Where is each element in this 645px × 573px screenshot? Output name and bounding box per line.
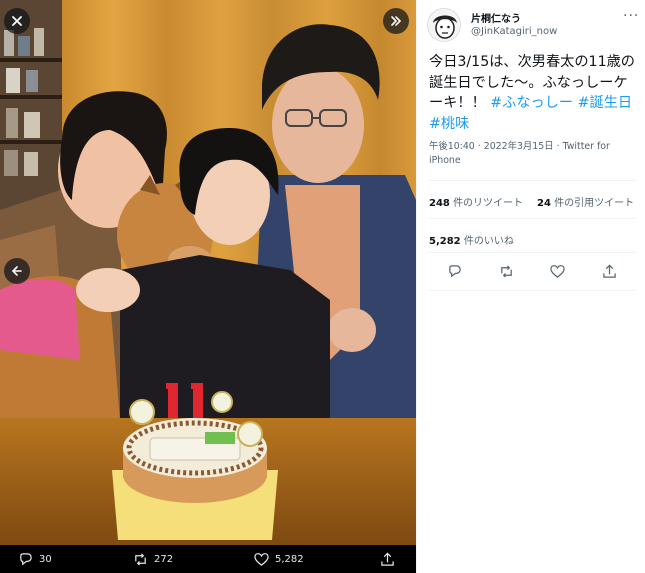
like-button[interactable]: [550, 264, 565, 279]
avatar-image: [428, 9, 460, 41]
tweet-media-viewer: 30 272 5,282 片桐仁なう @JinKatagiri_now ··· …: [0, 0, 645, 573]
tweet-meta: 午後10:40 · 2022年3月15日 · Twitter for iPhon…: [429, 141, 610, 166]
retweet-button[interactable]: [499, 264, 514, 279]
reply-count: 30: [39, 553, 52, 565]
heart-icon: [550, 264, 565, 278]
more-icon: ···: [623, 8, 640, 24]
likes-stat[interactable]: 5,282 件のいいね: [429, 232, 514, 247]
author-name[interactable]: 片桐仁なう: [471, 10, 521, 25]
close-button[interactable]: [4, 8, 30, 34]
expand-sidebar-button[interactable]: [383, 8, 409, 34]
retweet-button[interactable]: 272: [133, 552, 173, 567]
retweet-icon: [135, 552, 146, 566]
media-viewer: 30 272 5,282: [0, 0, 416, 573]
chevron-double-right-icon: [391, 16, 402, 26]
divider: [429, 180, 635, 181]
close-icon: [12, 16, 22, 26]
author-handle[interactable]: @JinKatagiri_now: [471, 26, 557, 37]
retweets-stat[interactable]: 248 件のリツイート: [429, 194, 523, 209]
share-button[interactable]: [380, 552, 395, 567]
reply-icon: [449, 264, 461, 277]
reply-button[interactable]: [447, 264, 462, 279]
divider: [429, 290, 635, 291]
retweets-stat-number: 248: [429, 198, 450, 209]
likes-stat-number: 5,282: [429, 236, 461, 247]
hashtag-link[interactable]: #桃味: [429, 116, 469, 132]
more-button[interactable]: ···: [623, 8, 639, 24]
tweet-text: 今日3/15は、次男春太の11歳の誕生日でした〜。ふなっしーケーキ！！ #ふなっ…: [429, 52, 639, 134]
arrow-left-icon: [11, 266, 22, 276]
retweets-stat-label: 件のリツイート: [453, 198, 524, 209]
like-button[interactable]: 5,282: [254, 552, 304, 567]
tweet-actions: [429, 259, 635, 283]
like-count: 5,282: [275, 553, 304, 565]
hashtag-link[interactable]: #ふなっしー: [490, 95, 573, 111]
quotes-stat[interactable]: 24 件の引用ツイート: [537, 194, 634, 209]
tweet-author: 片桐仁なう @JinKatagiri_now ···: [427, 8, 639, 42]
share-icon: [603, 264, 616, 278]
tweet-date[interactable]: 2022年3月15日: [484, 141, 554, 152]
avatar[interactable]: [427, 8, 461, 42]
retweet-icon: [500, 264, 512, 278]
retweet-count: 272: [154, 553, 174, 565]
likes-stat-label: 件のいいね: [463, 236, 514, 247]
previous-media-button[interactable]: [4, 258, 30, 284]
media-action-bar: 30 272 5,282: [0, 545, 416, 573]
divider: [429, 218, 635, 219]
divider: [429, 252, 635, 253]
heart-icon: [254, 552, 269, 566]
quotes-stat-number: 24: [537, 198, 551, 209]
share-icon: [381, 552, 394, 566]
share-button[interactable]: [602, 264, 617, 279]
hashtag-link[interactable]: #誕生日: [578, 95, 632, 111]
reply-button[interactable]: 30: [18, 552, 52, 567]
tweet-photo: [0, 0, 416, 545]
tweet-time[interactable]: 午後10:40: [429, 141, 475, 152]
quotes-stat-label: 件の引用ツイート: [554, 198, 635, 209]
reply-icon: [20, 552, 32, 565]
tweet-detail-panel: 片桐仁なう @JinKatagiri_now ··· 今日3/15は、次男春太の…: [416, 0, 645, 573]
